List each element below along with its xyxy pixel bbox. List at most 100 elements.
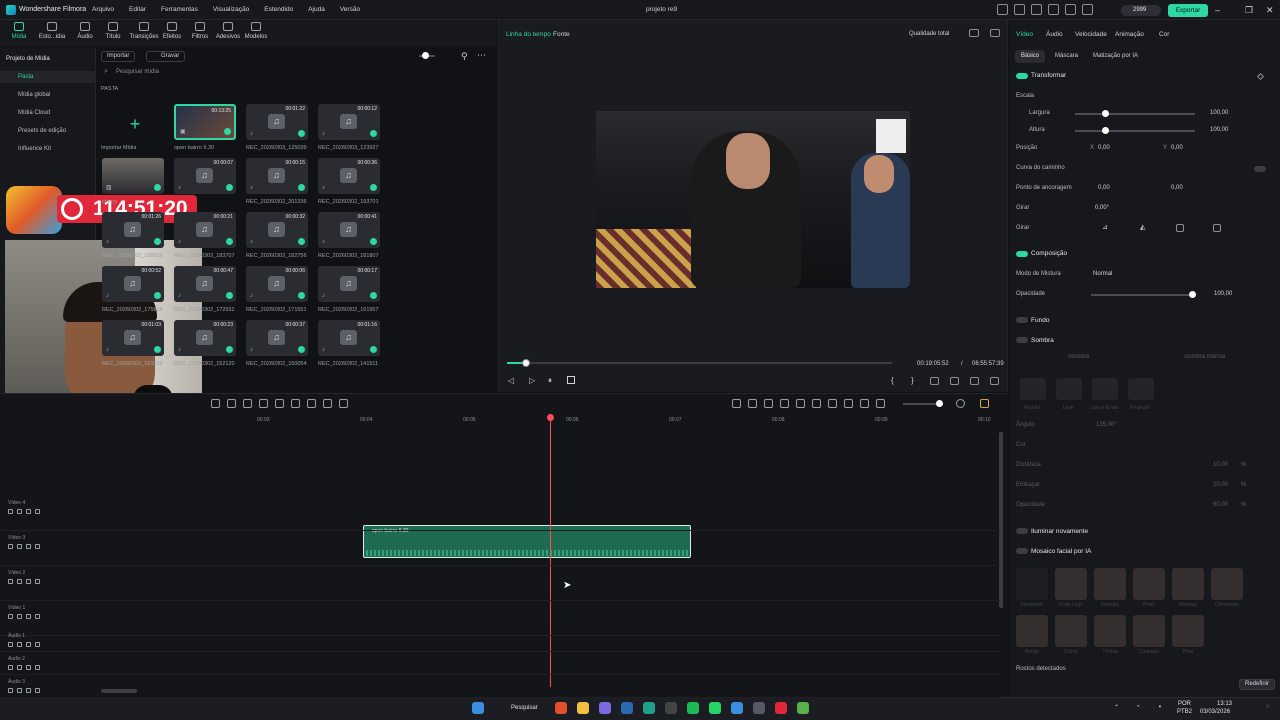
marker-icon[interactable] xyxy=(259,399,268,408)
tab-animacao[interactable]: Animação xyxy=(1115,31,1144,38)
terminal-icon[interactable] xyxy=(753,702,765,714)
sidebar-item-projeto[interactable]: Projeto de Mídia xyxy=(6,56,50,62)
speaker-icon[interactable]: ◖ xyxy=(1158,704,1162,710)
pos-x-value[interactable]: 0,00 xyxy=(1098,145,1110,151)
media-tile[interactable]: ♫ 00:00:12 ♪ xyxy=(318,104,380,140)
media-tile[interactable]: ♫ 00:00:17 ♪ xyxy=(318,266,380,302)
sidebar-item-pasta[interactable]: Pasta xyxy=(18,74,33,80)
eye-icon[interactable] xyxy=(17,642,22,647)
shadow-tab[interactable]: Sombra xyxy=(1068,354,1089,360)
lock-icon[interactable] xyxy=(8,688,13,693)
volume-track-icon[interactable] xyxy=(35,665,40,670)
lock-icon[interactable] xyxy=(8,665,13,670)
media-tile[interactable]: ♫ 00:00:52 ♪ xyxy=(102,266,164,302)
media-tile[interactable]: ♫ 00:01:03 ♪ xyxy=(102,320,164,356)
prev-frame-icon[interactable]: ◁ xyxy=(508,376,514,385)
tab-efeitos[interactable]: Efeitos xyxy=(158,22,186,40)
mic-icon[interactable] xyxy=(828,399,837,408)
subtab-matizacao[interactable]: Matização por IA xyxy=(1087,50,1144,63)
ai-icon[interactable] xyxy=(732,399,741,408)
rotate-value[interactable]: 0,00° xyxy=(1095,205,1109,211)
media-tile[interactable]: ♫ 00:00:06 ♪ xyxy=(246,266,308,302)
face-mosaic-toggle[interactable] xyxy=(1016,548,1028,554)
volume-track-icon[interactable] xyxy=(35,688,40,693)
link-track-icon[interactable] xyxy=(26,614,31,619)
quality-select[interactable]: Qualidade total xyxy=(909,31,949,37)
tab-modelos[interactable]: Modelos xyxy=(242,22,270,40)
link-icon[interactable] xyxy=(748,399,757,408)
shadow-toggle[interactable] xyxy=(1016,337,1028,343)
close-icon[interactable]: ✕ xyxy=(1266,5,1274,16)
tab-video[interactable]: Vídeo xyxy=(1016,31,1033,38)
lock-icon[interactable] xyxy=(8,642,13,647)
fullscreen-icon[interactable] xyxy=(990,377,999,385)
sidebar-item-midia-cloud[interactable]: Mídia Cloud xyxy=(18,110,50,116)
download-icon[interactable] xyxy=(1031,4,1042,15)
steam-icon[interactable] xyxy=(621,702,633,714)
filmora-icon[interactable] xyxy=(643,702,655,714)
height-value[interactable]: 100,00 xyxy=(1210,127,1228,133)
color-icon[interactable] xyxy=(323,399,332,408)
face-effect-thumb[interactable] xyxy=(1133,615,1165,647)
eye-icon[interactable] xyxy=(17,614,22,619)
menu-editar[interactable]: Editar xyxy=(129,6,146,13)
mute-icon[interactable] xyxy=(796,399,805,408)
subtitle-icon[interactable] xyxy=(860,399,869,408)
pause-icon[interactable]: ⏸ xyxy=(548,376,552,386)
face-effect-thumb[interactable] xyxy=(1016,615,1048,647)
sidebar-item-influence-kit[interactable]: Influence Kit xyxy=(18,146,51,152)
menu-ajuda[interactable]: Ajuda xyxy=(308,6,325,13)
opacity-value[interactable]: 100,00 xyxy=(1214,291,1232,297)
media-tile[interactable]: ♫ 00:00:21 ♪ xyxy=(174,212,236,248)
face-effect-thumb[interactable] xyxy=(1094,615,1126,647)
tab-cor[interactable]: Cor xyxy=(1159,31,1169,38)
tab-transicoes[interactable]: Transições xyxy=(129,22,159,40)
chevron-up-icon[interactable]: ⌃ xyxy=(1114,704,1119,711)
grid-view-icon[interactable] xyxy=(980,399,989,408)
media-tile[interactable]: ♫ 00:00:37 ♪ xyxy=(246,320,308,356)
camera-icon[interactable] xyxy=(950,377,959,385)
blur-value[interactable]: 20,00 xyxy=(1213,482,1228,488)
timeline-zoom-slider[interactable] xyxy=(903,400,943,407)
volume-track-icon[interactable] xyxy=(35,579,40,584)
tab-audio[interactable]: Áudio xyxy=(71,22,99,40)
media-tile[interactable]: ♫ 00:00:15 ♪ xyxy=(246,158,308,194)
angle-value[interactable]: 135,00° xyxy=(1096,422,1117,428)
whatsapp-icon[interactable] xyxy=(709,702,721,714)
eye-icon[interactable] xyxy=(17,688,22,693)
shadow-opacity-value[interactable]: 60,00 xyxy=(1213,502,1228,508)
eye-icon[interactable] xyxy=(17,544,22,549)
volume-track-icon[interactable] xyxy=(35,509,40,514)
volume-track-icon[interactable] xyxy=(35,642,40,647)
menu-visualizacao[interactable]: Visualização xyxy=(213,6,249,13)
background-toggle[interactable] xyxy=(1016,317,1028,323)
link-track-icon[interactable] xyxy=(26,579,31,584)
import-media-tile[interactable]: + xyxy=(101,104,169,144)
start-icon[interactable] xyxy=(472,702,484,714)
media-tile[interactable]: ♫ 00:01:22 ♪ xyxy=(246,104,308,140)
tab-filtros[interactable]: Filtros xyxy=(186,22,214,40)
media-tile[interactable]: ▨ xyxy=(102,158,164,194)
cloud-icon[interactable] xyxy=(1014,4,1025,15)
shadow-preset[interactable] xyxy=(1092,378,1118,400)
link-track-icon[interactable] xyxy=(26,642,31,647)
plus-icon[interactable] xyxy=(956,399,965,408)
width-slider[interactable] xyxy=(1075,110,1195,117)
more-icon[interactable]: ⋯ xyxy=(477,50,486,61)
preview-progress-bar[interactable] xyxy=(507,359,892,367)
width-value[interactable]: 100,00 xyxy=(1210,110,1228,116)
speed-icon[interactable] xyxy=(243,399,252,408)
keyboard-layout[interactable]: PTB2 xyxy=(1177,709,1192,715)
thumb-size-slider[interactable] xyxy=(419,52,435,59)
search-media-input[interactable]: Pesquisar mídia xyxy=(100,66,490,79)
link-track-icon[interactable] xyxy=(26,509,31,514)
minus-icon[interactable] xyxy=(876,399,885,408)
keyframe-tool-icon[interactable] xyxy=(339,399,348,408)
face-effect-thumb[interactable] xyxy=(1211,568,1243,600)
media-tile[interactable]: ♫ 00:01:26 ♪ xyxy=(102,212,164,248)
volume-track-icon[interactable] xyxy=(35,544,40,549)
anchor-x-value[interactable]: 0,00 xyxy=(1098,185,1110,191)
inner-shadow-tab[interactable]: Sombra interna xyxy=(1184,354,1225,360)
flip-vertical-icon[interactable]: ⊿ xyxy=(1102,223,1108,231)
media-tile[interactable]: 00:13:25 ▣ xyxy=(174,104,236,140)
